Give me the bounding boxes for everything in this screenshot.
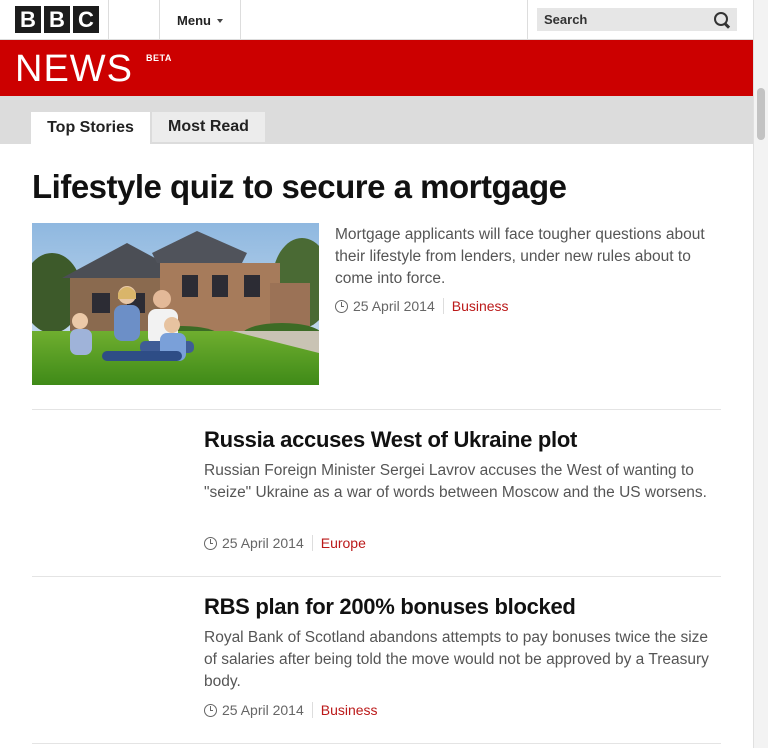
divider [108, 0, 109, 40]
clock-icon [335, 299, 348, 313]
caret-down-icon [216, 19, 223, 23]
section-link[interactable]: Business [321, 702, 378, 718]
story-divider [32, 409, 721, 410]
logo-letter: C [73, 6, 99, 33]
search-input[interactable]: Search [537, 8, 737, 31]
section-link[interactable]: Business [452, 298, 509, 314]
section-link[interactable]: Europe [321, 535, 366, 551]
lead-story-image[interactable] [32, 223, 319, 385]
tab-most-read[interactable]: Most Read [152, 112, 265, 142]
story-divider [32, 743, 721, 744]
lead-headline[interactable]: Lifestyle quiz to secure a mortgage [32, 168, 567, 206]
bbc-logo[interactable]: B B C [15, 6, 99, 33]
story-divider [32, 576, 721, 577]
clock-icon [204, 536, 217, 550]
divider [527, 0, 528, 40]
meta-divider [311, 535, 313, 551]
news-banner: NEWS BETA [0, 40, 753, 96]
story-headline[interactable]: RBS plan for 200% bonuses blocked [204, 594, 576, 620]
story-summary: Royal Bank of Scotland abandons attempts… [204, 629, 709, 690]
meta-divider [442, 298, 444, 314]
logo-letter: B [15, 6, 41, 33]
story-meta: 25 April 2014 Europe [204, 535, 366, 551]
beta-badge: BETA [146, 53, 172, 63]
search-icon[interactable] [713, 11, 731, 29]
lead-meta: 25 April 2014 Business [335, 298, 509, 314]
story-meta: 25 April 2014 Business [204, 702, 378, 718]
meta-divider [311, 702, 313, 718]
story-headline[interactable]: Russia accuses West of Ukraine plot [204, 427, 577, 453]
story-date: 25 April 2014 [222, 535, 304, 551]
lead-summary: Mortgage applicants will face tougher qu… [335, 226, 705, 287]
menu-label: Menu [177, 12, 211, 28]
clock-icon [204, 703, 217, 717]
top-bar: B B C Menu Search [0, 0, 753, 40]
story-date: 25 April 2014 [222, 702, 304, 718]
scrollbar[interactable] [753, 0, 768, 748]
divider [240, 0, 241, 40]
tab-bar: Top Stories Most Read [0, 96, 753, 144]
story-summary: Russian Foreign Minister Sergei Lavrov a… [204, 462, 707, 501]
scrollbar-thumb[interactable] [757, 88, 765, 140]
menu-button[interactable]: Menu [160, 0, 240, 40]
logo-letter: B [44, 6, 70, 33]
search-label: Search [544, 12, 588, 27]
story-date: 25 April 2014 [353, 298, 435, 314]
tab-top-stories[interactable]: Top Stories [31, 112, 150, 144]
news-logo[interactable]: NEWS [15, 48, 133, 91]
